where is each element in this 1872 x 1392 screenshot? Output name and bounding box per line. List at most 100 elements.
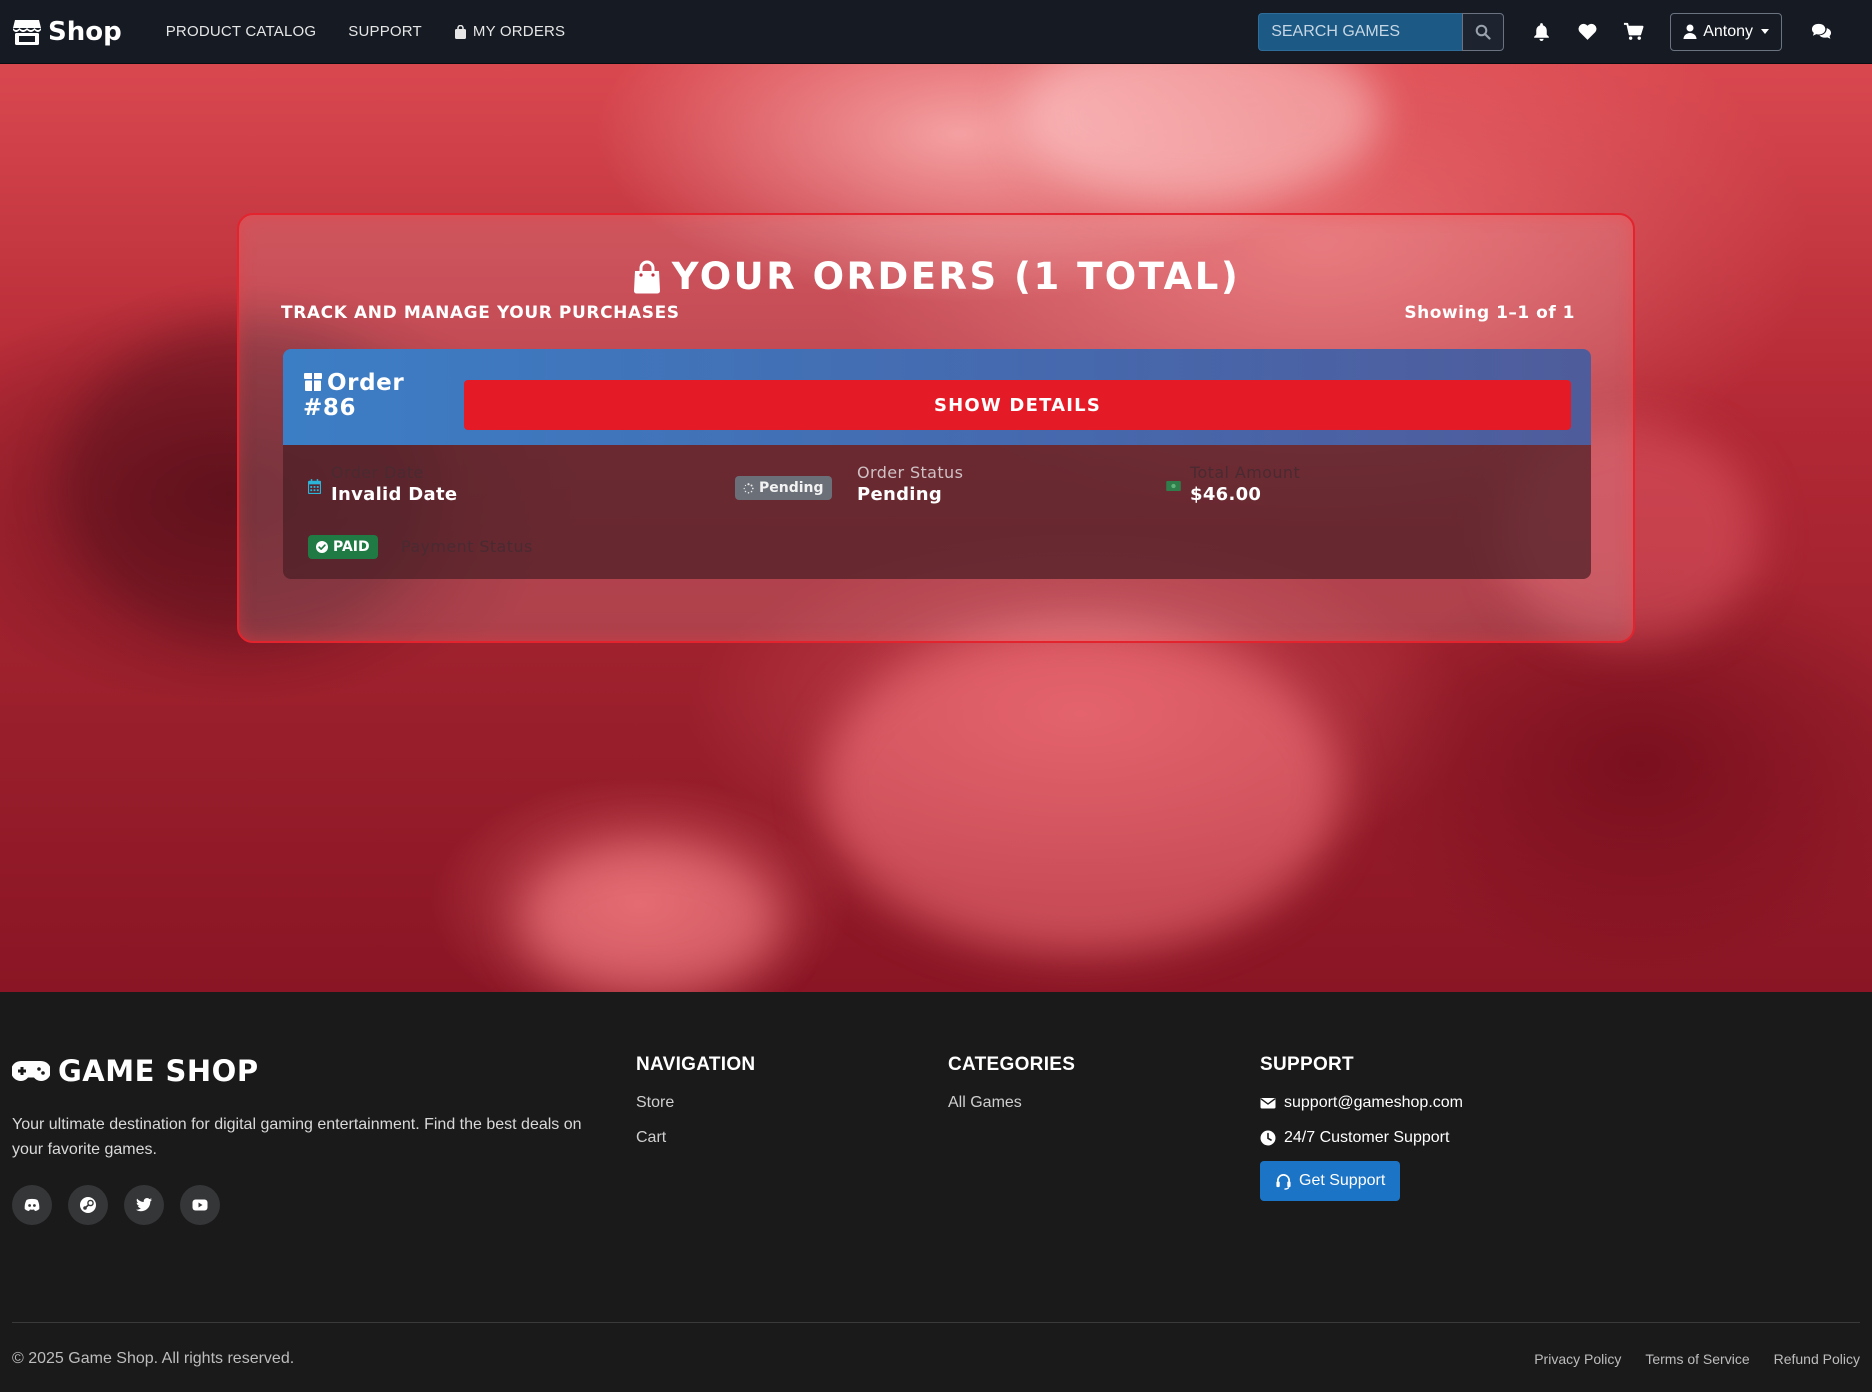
discord-icon	[24, 1198, 40, 1211]
total-amount-value: $46.00	[1190, 484, 1262, 505]
total-amount-label: Total Amount	[1190, 463, 1301, 482]
hero-background: YOUR ORDERS (1 TOTAL) TRACK AND MANAGE Y…	[0, 64, 1872, 992]
order-card-header: Order #86 SHOW DETAILS	[283, 349, 1591, 445]
get-support-label: Get Support	[1299, 1172, 1386, 1189]
footer-support: SUPPORT support@gameshop.com 24/7 Custom…	[1260, 1054, 1463, 1201]
footer-link-all-games[interactable]: All Games	[948, 1094, 1075, 1112]
gamepad-icon	[12, 1061, 50, 1081]
search-icon	[1475, 24, 1491, 40]
privacy-policy-link[interactable]: Privacy Policy	[1534, 1351, 1621, 1367]
refund-policy-link[interactable]: Refund Policy	[1774, 1351, 1860, 1367]
social-links	[12, 1185, 220, 1225]
orders-subtitle: TRACK AND MANAGE YOUR PURCHASES	[281, 303, 680, 323]
steam-icon	[80, 1197, 96, 1213]
box-icon	[304, 373, 322, 391]
cart-icon	[1623, 22, 1644, 40]
top-navbar: Shop PRODUCT CATALOG SUPPORT MY ORDERS A…	[0, 0, 1872, 64]
notifications-button[interactable]	[1530, 21, 1552, 43]
user-icon	[1683, 24, 1697, 39]
bell-icon	[1533, 23, 1549, 41]
envelope-icon	[1260, 1098, 1276, 1109]
chat-button[interactable]	[1810, 21, 1832, 43]
orders-panel: YOUR ORDERS (1 TOTAL) TRACK AND MANAGE Y…	[237, 213, 1635, 643]
clock-icon	[1260, 1130, 1276, 1146]
footer-link-store[interactable]: Store	[636, 1094, 755, 1112]
footer-navigation-title: NAVIGATION	[636, 1054, 756, 1075]
user-name: Antony	[1703, 22, 1753, 40]
support-email-text: support@gameshop.com	[1284, 1094, 1463, 1111]
footer-description: Your ultimate destination for digital ga…	[12, 1116, 582, 1158]
copyright-text: © 2025 Game Shop. All rights reserved.	[12, 1350, 295, 1367]
site-footer: GAME SHOP Your ultimate destination for …	[0, 992, 1872, 1392]
footer-categories: CATEGORIES All Games	[948, 1054, 1075, 1129]
pagination-summary: Showing 1–1 of 1	[1404, 303, 1575, 323]
youtube-icon	[192, 1199, 208, 1211]
calendar-icon	[308, 479, 321, 494]
headset-icon	[1276, 1173, 1291, 1190]
payment-status-label: Payment Status	[401, 537, 533, 556]
search-input[interactable]	[1258, 12, 1463, 51]
footer-brand-name: GAME SHOP	[58, 1054, 259, 1088]
smoke-cloud	[1020, 64, 1380, 204]
youtube-button[interactable]	[180, 1185, 220, 1225]
get-support-button[interactable]: Get Support	[1260, 1161, 1401, 1201]
chevron-down-icon	[1761, 29, 1769, 34]
nav-support[interactable]: SUPPORT	[348, 23, 422, 40]
nav-my-orders-label: MY ORDERS	[472, 23, 566, 40]
order-label: Order	[327, 370, 405, 396]
order-status-label: Order Status	[857, 463, 964, 482]
user-menu-dropdown[interactable]: Antony	[1670, 12, 1782, 51]
shopping-bag-icon	[633, 260, 660, 293]
money-icon	[1166, 481, 1181, 491]
nav-product-catalog[interactable]: PRODUCT CATALOG	[166, 23, 317, 40]
cart-button[interactable]	[1622, 21, 1644, 43]
order-date-label: Order Date	[331, 463, 424, 482]
paid-badge-label: PAID	[333, 539, 370, 555]
pending-badge-label: Pending	[759, 480, 824, 496]
heart-icon	[1578, 23, 1597, 40]
chat-icon	[1811, 23, 1831, 39]
total-amount-field: Total Amount $46.00	[1190, 463, 1300, 505]
show-details-button[interactable]: SHOW DETAILS	[464, 380, 1571, 430]
twitter-button[interactable]	[124, 1185, 164, 1225]
check-circle-icon	[316, 541, 328, 553]
nav-my-orders[interactable]: MY ORDERS	[454, 23, 565, 40]
search-button[interactable]	[1462, 12, 1505, 51]
terms-of-service-link[interactable]: Terms of Service	[1645, 1351, 1749, 1367]
shopping-bag-icon	[454, 24, 466, 39]
order-date-field: Order Date Invalid Date	[331, 463, 457, 505]
paid-status-badge: PAID	[308, 535, 378, 559]
footer-divider	[12, 1322, 1860, 1323]
spinner-icon	[743, 482, 754, 494]
store-icon	[13, 19, 41, 45]
search-form	[1258, 12, 1505, 51]
support-hours-text: 24/7 Customer Support	[1284, 1129, 1450, 1146]
support-email[interactable]: support@gameshop.com	[1260, 1094, 1463, 1112]
wishlist-button[interactable]	[1576, 21, 1598, 43]
support-hours: 24/7 Customer Support	[1260, 1129, 1463, 1147]
pending-status-badge: Pending	[735, 476, 832, 500]
order-card: Order #86 SHOW DETAILS Order Date Invali…	[283, 349, 1591, 579]
order-status-field: Order Status Pending	[857, 463, 963, 505]
smoke-cloud	[820, 624, 1340, 954]
order-date-value: Invalid Date	[331, 484, 458, 505]
order-status-value: Pending	[857, 484, 943, 505]
brand-logo[interactable]: Shop	[12, 17, 122, 47]
twitter-icon	[136, 1198, 152, 1212]
steam-button[interactable]	[68, 1185, 108, 1225]
orders-title: YOUR ORDERS (1 TOTAL)	[239, 255, 1633, 298]
order-number: Order #86	[303, 371, 404, 421]
discord-button[interactable]	[12, 1185, 52, 1225]
legal-links: Privacy Policy Terms of Service Refund P…	[1534, 1351, 1860, 1367]
footer-navigation: NAVIGATION Store Cart	[636, 1054, 755, 1164]
navbar-actions: Antony	[1258, 12, 1860, 51]
order-id: #86	[303, 395, 357, 421]
footer-brand: GAME SHOP	[12, 1054, 259, 1088]
brand-name: Shop	[48, 16, 122, 47]
smoke-cloud	[520, 844, 780, 992]
footer-categories-title: CATEGORIES	[948, 1054, 1076, 1075]
footer-support-title: SUPPORT	[1260, 1054, 1354, 1075]
footer-link-cart[interactable]: Cart	[636, 1129, 755, 1147]
orders-title-text: YOUR ORDERS (1 TOTAL)	[671, 255, 1241, 298]
order-card-body: Order Date Invalid Date Pending Order St…	[283, 445, 1591, 579]
